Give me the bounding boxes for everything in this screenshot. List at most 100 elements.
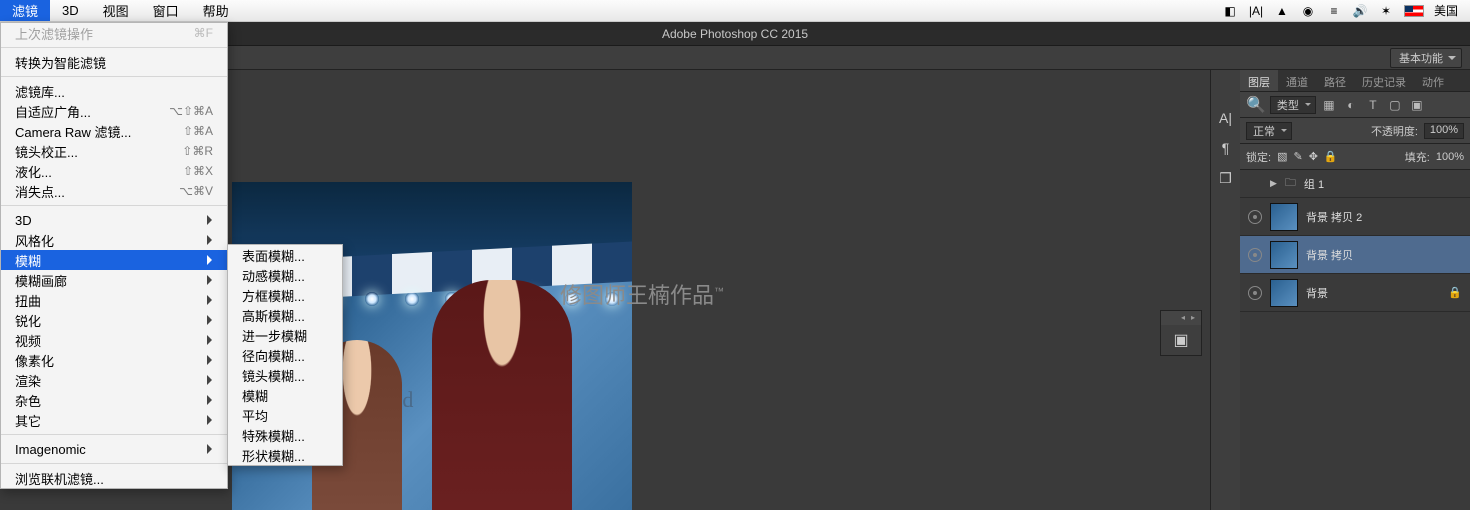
visibility-toggle[interactable] <box>1248 286 1262 300</box>
menu-noise[interactable]: 杂色 <box>1 390 227 410</box>
blur-lens[interactable]: 镜头模糊... <box>228 365 342 385</box>
blur-surface[interactable]: 表面模糊... <box>228 245 342 265</box>
layers-panel: 图层 通道 路径 历史记录 动作 🔍 类型 ▦ ◐ T ▢ ▣ 正常 不透明度:… <box>1240 70 1470 510</box>
blur-shape[interactable]: 形状模糊... <box>228 445 342 465</box>
layer-bg-copy-2[interactable]: 背景 拷贝 2 <box>1240 198 1470 236</box>
filter-type-icon[interactable]: T <box>1364 96 1382 114</box>
system-menubar: 滤镜 3D 视图 窗口 帮助 ◧ |A| ▲ ◉ ≡ 🔊 ✶ 美国 <box>0 0 1470 22</box>
filter-dropdown: 上次滤镜操作 ⌘F 转换为智能滤镜 滤镜库... 自适应广角...⌥⇧⌘A Ca… <box>0 22 228 489</box>
disclosure-triangle-icon[interactable]: ▶ <box>1270 178 1277 189</box>
lock-fill-row: 锁定: ▧ ✎ ✥ 🔒 填充: 100% <box>1240 144 1470 170</box>
layer-bg-copy[interactable]: 背景 拷贝 <box>1240 236 1470 274</box>
tray-mountain-icon[interactable]: ▲ <box>1274 4 1290 18</box>
menu-camera-raw[interactable]: Camera Raw 滤镜...⇧⌘A <box>1 121 227 141</box>
tab-channels[interactable]: 通道 <box>1278 70 1316 91</box>
layer-thumbnail[interactable] <box>1270 241 1298 269</box>
menu-blur-gallery[interactable]: 模糊画廊 <box>1 270 227 290</box>
layer-name[interactable]: 组 1 <box>1304 176 1324 192</box>
layer-name[interactable]: 背景 拷贝 2 <box>1306 209 1362 225</box>
tab-history[interactable]: 历史记录 <box>1354 70 1414 91</box>
collapse-right-icon[interactable]: ▸ <box>1191 313 1199 321</box>
menu-filter-gallery[interactable]: 滤镜库... <box>1 81 227 101</box>
menu-adaptive-wide-angle[interactable]: 自适应广角...⌥⇧⌘A <box>1 101 227 121</box>
menu-imagenomic[interactable]: Imagenomic <box>1 439 227 459</box>
lock-brush-icon[interactable]: ✎ <box>1293 150 1302 163</box>
menu-filter[interactable]: 滤镜 <box>0 0 50 21</box>
character-panel-icon[interactable]: A| <box>1219 110 1232 126</box>
volume-icon[interactable]: 🔊 <box>1352 4 1368 18</box>
watermark: 修图师王楠作品™ <box>560 278 724 310</box>
tray-qq-icon[interactable]: ◉ <box>1300 4 1316 18</box>
tab-actions[interactable]: 动作 <box>1414 70 1452 91</box>
menu-stylize[interactable]: 风格化 <box>1 230 227 250</box>
search-icon: 🔍 <box>1246 95 1266 115</box>
properties-icon[interactable]: ▣ <box>1173 330 1188 350</box>
lock-icon: 🔒 <box>1448 286 1462 299</box>
collapse-left-icon[interactable]: ◂ <box>1181 313 1189 321</box>
workspace-switcher[interactable]: 基本功能 <box>1390 48 1462 68</box>
blur-special[interactable]: 特殊模糊... <box>228 425 342 445</box>
menu-blur[interactable]: 模糊 <box>1 250 227 270</box>
menu-window[interactable]: 窗口 <box>141 0 191 21</box>
lock-move-icon[interactable]: ✥ <box>1309 150 1318 163</box>
layer-thumbnail[interactable] <box>1270 279 1298 307</box>
blur-blur[interactable]: 模糊 <box>228 385 342 405</box>
tray-app-icon[interactable]: ◧ <box>1222 4 1238 18</box>
tab-paths[interactable]: 路径 <box>1316 70 1354 91</box>
tray-adobe-icon[interactable]: |A| <box>1248 4 1264 18</box>
collapsed-panel[interactable]: ◂▸ ▣ <box>1160 310 1202 356</box>
kind-filter-select[interactable]: 类型 <box>1270 96 1316 114</box>
opacity-value[interactable]: 100% <box>1424 123 1464 139</box>
paragraph-panel-icon[interactable]: ¶ <box>1222 140 1230 156</box>
layer-background[interactable]: 背景 🔒 <box>1240 274 1470 312</box>
blur-motion[interactable]: 动感模糊... <box>228 265 342 285</box>
menu-convert-smart[interactable]: 转换为智能滤镜 <box>1 52 227 72</box>
lock-all-icon[interactable]: 🔒 <box>1324 150 1338 163</box>
layer-name[interactable]: 背景 拷贝 <box>1306 247 1353 263</box>
layers-list: ▶ 🗀 组 1 背景 拷贝 2 背景 拷贝 背景 🔒 <box>1240 170 1470 510</box>
menu-render[interactable]: 渲染 <box>1 370 227 390</box>
tab-layers[interactable]: 图层 <box>1240 70 1278 91</box>
right-docks: A| ¶ ❒ 图层 通道 路径 历史记录 动作 🔍 类型 ▦ ◐ T ▢ ▣ 正… <box>1210 70 1470 510</box>
blur-more[interactable]: 进一步模糊 <box>228 325 342 345</box>
menu-help[interactable]: 帮助 <box>191 0 241 21</box>
blur-radial[interactable]: 径向模糊... <box>228 345 342 365</box>
menu-browse-online[interactable]: 浏览联机滤镜... <box>1 468 227 488</box>
fill-value[interactable]: 100% <box>1436 151 1464 163</box>
menu-lens-correction[interactable]: 镜头校正...⇧⌘R <box>1 141 227 161</box>
menu-last-filter: 上次滤镜操作 ⌘F <box>1 23 227 43</box>
opacity-label: 不透明度: <box>1371 123 1418 139</box>
blend-mode-select[interactable]: 正常 <box>1246 122 1292 140</box>
menu-3d-sub[interactable]: 3D <box>1 210 227 230</box>
layer-name[interactable]: 背景 <box>1306 285 1328 301</box>
menu-pixelate[interactable]: 像素化 <box>1 350 227 370</box>
3d-panel-icon[interactable]: ❒ <box>1219 170 1232 187</box>
lock-transparency-icon[interactable]: ▧ <box>1277 150 1287 163</box>
menu-sharpen[interactable]: 锐化 <box>1 310 227 330</box>
layer-group-1[interactable]: ▶ 🗀 组 1 <box>1240 170 1470 198</box>
blur-gaussian[interactable]: 高斯模糊... <box>228 305 342 325</box>
fill-label: 填充: <box>1405 149 1430 165</box>
layer-thumbnail[interactable] <box>1270 203 1298 231</box>
visibility-toggle[interactable] <box>1248 210 1262 224</box>
blur-box[interactable]: 方框模糊... <box>228 285 342 305</box>
menu-liquify[interactable]: 液化...⇧⌘X <box>1 161 227 181</box>
menu-distort[interactable]: 扭曲 <box>1 290 227 310</box>
folder-icon: 🗀 <box>1285 174 1296 193</box>
menu-view[interactable]: 视图 <box>91 0 141 21</box>
flag-icon[interactable] <box>1404 5 1424 17</box>
menu-other[interactable]: 其它 <box>1 410 227 430</box>
filter-image-icon[interactable]: ▦ <box>1320 96 1338 114</box>
wifi-icon[interactable]: ✶ <box>1378 4 1394 18</box>
filter-smart-icon[interactable]: ▣ <box>1408 96 1426 114</box>
filter-shape-icon[interactable]: ▢ <box>1386 96 1404 114</box>
blur-average[interactable]: 平均 <box>228 405 342 425</box>
visibility-toggle[interactable] <box>1248 248 1262 262</box>
menu-3d[interactable]: 3D <box>50 0 91 21</box>
menu-video[interactable]: 视频 <box>1 330 227 350</box>
tray-menu-icon[interactable]: ≡ <box>1326 4 1342 18</box>
menu-vanishing-point[interactable]: 消失点...⌥⌘V <box>1 181 227 201</box>
filter-adjust-icon[interactable]: ◐ <box>1342 96 1360 114</box>
collapsed-dock: A| ¶ ❒ <box>1210 70 1240 510</box>
system-tray: ◧ |A| ▲ ◉ ≡ 🔊 ✶ 美国 <box>1222 2 1470 19</box>
